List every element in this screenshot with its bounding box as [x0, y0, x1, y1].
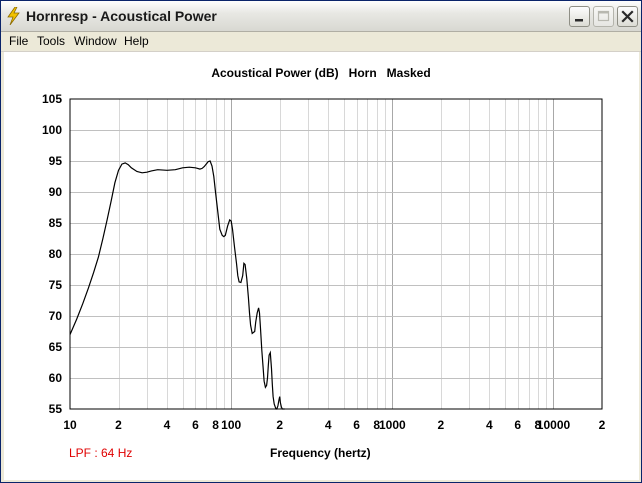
- x-tick-label: 6: [514, 418, 521, 432]
- grid-lines: [70, 99, 602, 409]
- x-tick-label: 8: [212, 418, 219, 432]
- y-tick-label: 80: [49, 247, 63, 261]
- x-tick-label: 2: [115, 418, 122, 432]
- y-tick-label: 60: [49, 371, 63, 385]
- y-tick-label: 95: [49, 154, 63, 168]
- x-tick-label: 10000: [537, 418, 571, 432]
- x-tick-label: 10: [63, 418, 77, 432]
- acoustical-power-chart: 105100959085807570656055 10 2 4 6 8 100 2 4 6 810…: [42, 92, 606, 432]
- x-tick-label: 2: [599, 418, 606, 432]
- y-tick-label: 85: [49, 216, 63, 230]
- x-tick-label: 2: [437, 418, 444, 432]
- x-tick-label: 6: [192, 418, 199, 432]
- x-tick-label: 1000: [379, 418, 406, 432]
- x-axis-ticks: 10 2 4 6 8 100 2 4 6 81000 2 4 6 810000 2: [63, 418, 605, 432]
- y-tick-label: 105: [42, 92, 62, 106]
- x-tick-label: 4: [164, 418, 171, 432]
- x-tick-label: 4: [325, 418, 332, 432]
- y-tick-label: 90: [49, 185, 63, 199]
- y-tick-label: 100: [42, 123, 62, 137]
- x-axis-label: Frequency (hertz): [270, 446, 371, 460]
- y-axis-ticks: 105 100 95 90 85 80 75 70 65 60 55: [42, 92, 62, 416]
- x-tick-label: 6: [353, 418, 360, 432]
- y-tick-label: 75: [49, 278, 63, 292]
- x-tick-label: 2: [276, 418, 283, 432]
- y-tick-label: 65: [49, 340, 63, 354]
- x-tick-label: 100: [221, 418, 241, 432]
- y-tick-label: 55: [49, 402, 63, 416]
- y-tick-label: 70: [49, 309, 63, 323]
- lpf-label: LPF : 64 Hz: [69, 446, 133, 460]
- x-tick-label: 4: [486, 418, 493, 432]
